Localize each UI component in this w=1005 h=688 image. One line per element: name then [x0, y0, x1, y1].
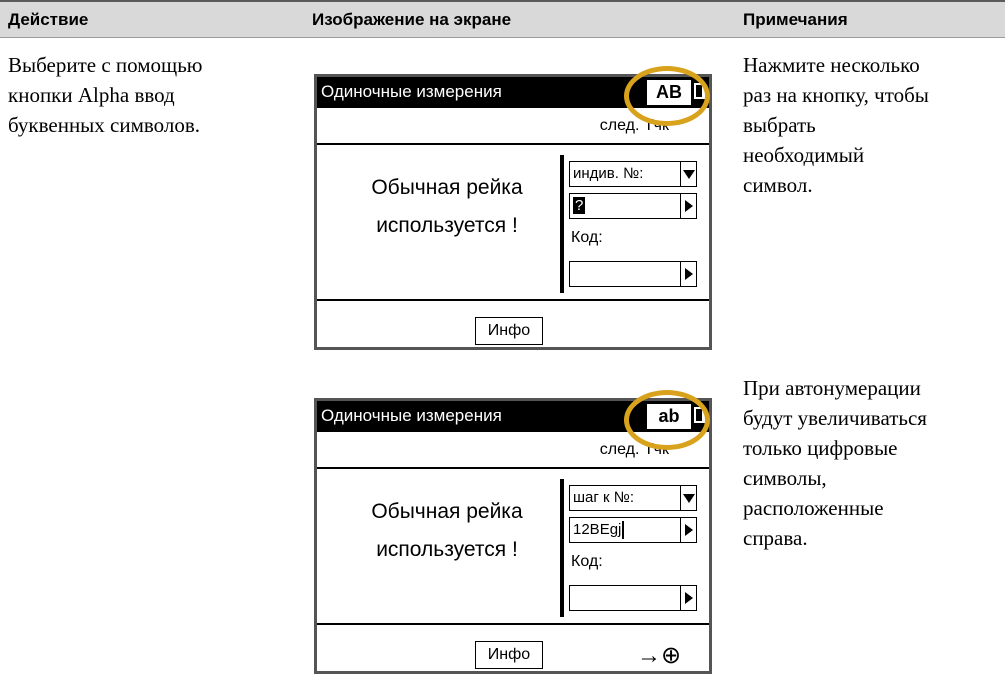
- row1-notes-line: Нажмите несколько: [743, 53, 920, 77]
- highlight-ellipse: [624, 390, 710, 450]
- code-input[interactable]: [569, 261, 697, 287]
- screen-title: Одиночные измерения: [321, 406, 502, 425]
- screen-title: Одиночные измерения: [321, 82, 502, 101]
- row1-action: Выберите с помощью кнопки Alpha ввод бук…: [8, 50, 202, 140]
- point-mode-dropdown[interactable]: индив. №:: [569, 161, 697, 187]
- info-button[interactable]: Инфо: [475, 317, 543, 345]
- message-line: Обычная рейка: [371, 176, 523, 199]
- divider: [317, 623, 709, 625]
- row2-notes: При автонумерации будут увеличиваться то…: [743, 373, 927, 553]
- info-button[interactable]: Инфо: [475, 641, 543, 669]
- code-label: Код:: [571, 553, 603, 570]
- point-number-input[interactable]: ?: [569, 193, 697, 219]
- message-line: используется !: [376, 538, 518, 561]
- chevron-right-icon: [680, 262, 696, 286]
- input-value: 12BEgj: [573, 521, 622, 538]
- row1-notes-line: необходимый: [743, 143, 865, 167]
- separator: [560, 155, 564, 293]
- table-header: Действие Изображение на экране Примечани…: [0, 0, 1005, 38]
- point-mode-dropdown[interactable]: шаг к №:: [569, 485, 697, 511]
- divider: [317, 299, 709, 301]
- chevron-right-icon: [680, 194, 696, 218]
- row2-notes-line: При автонумерации: [743, 376, 921, 400]
- measure-target-icon[interactable]: →⊕: [637, 641, 681, 670]
- message-line: Обычная рейка: [371, 500, 523, 523]
- row1-notes-line: раз на кнопку, чтобы: [743, 83, 929, 107]
- row1-notes: Нажмите несколько раз на кнопку, чтобы в…: [743, 50, 929, 200]
- point-number-input[interactable]: 12BEgj: [569, 517, 697, 543]
- input-value: ?: [573, 197, 586, 214]
- header-action: Действие: [8, 10, 89, 29]
- row2-notes-line: только цифровые: [743, 436, 898, 460]
- row1-action-line: буквенных символов.: [8, 113, 201, 137]
- code-label: Код:: [571, 229, 603, 246]
- divider: [317, 467, 709, 469]
- chevron-down-icon: [680, 162, 696, 186]
- separator: [560, 479, 564, 617]
- divider: [317, 143, 709, 145]
- row2-notes-line: расположенные: [743, 496, 884, 520]
- text-caret: [622, 521, 625, 540]
- row2-notes-line: символы,: [743, 466, 827, 490]
- row1-action-line: Выберите с помощью: [8, 53, 203, 77]
- row2-notes-line: будут увеличиваться: [743, 406, 927, 430]
- code-input[interactable]: [569, 585, 697, 611]
- header-screen: Изображение на экране: [312, 10, 512, 29]
- dropdown-value: индив. №:: [573, 165, 644, 182]
- dropdown-value: шаг к №:: [573, 489, 635, 506]
- message-line: используется !: [376, 214, 518, 237]
- row2-notes-line: справа.: [743, 526, 808, 550]
- row1-action-line: кнопки Alpha ввод: [8, 83, 175, 107]
- header-notes: Примечания: [743, 10, 848, 29]
- chevron-right-icon: [680, 586, 696, 610]
- chevron-down-icon: [680, 486, 696, 510]
- row1-notes-line: символ.: [743, 173, 813, 197]
- chevron-right-icon: [680, 518, 696, 542]
- row1-notes-line: выбрать: [743, 113, 816, 137]
- highlight-ellipse: [624, 66, 710, 126]
